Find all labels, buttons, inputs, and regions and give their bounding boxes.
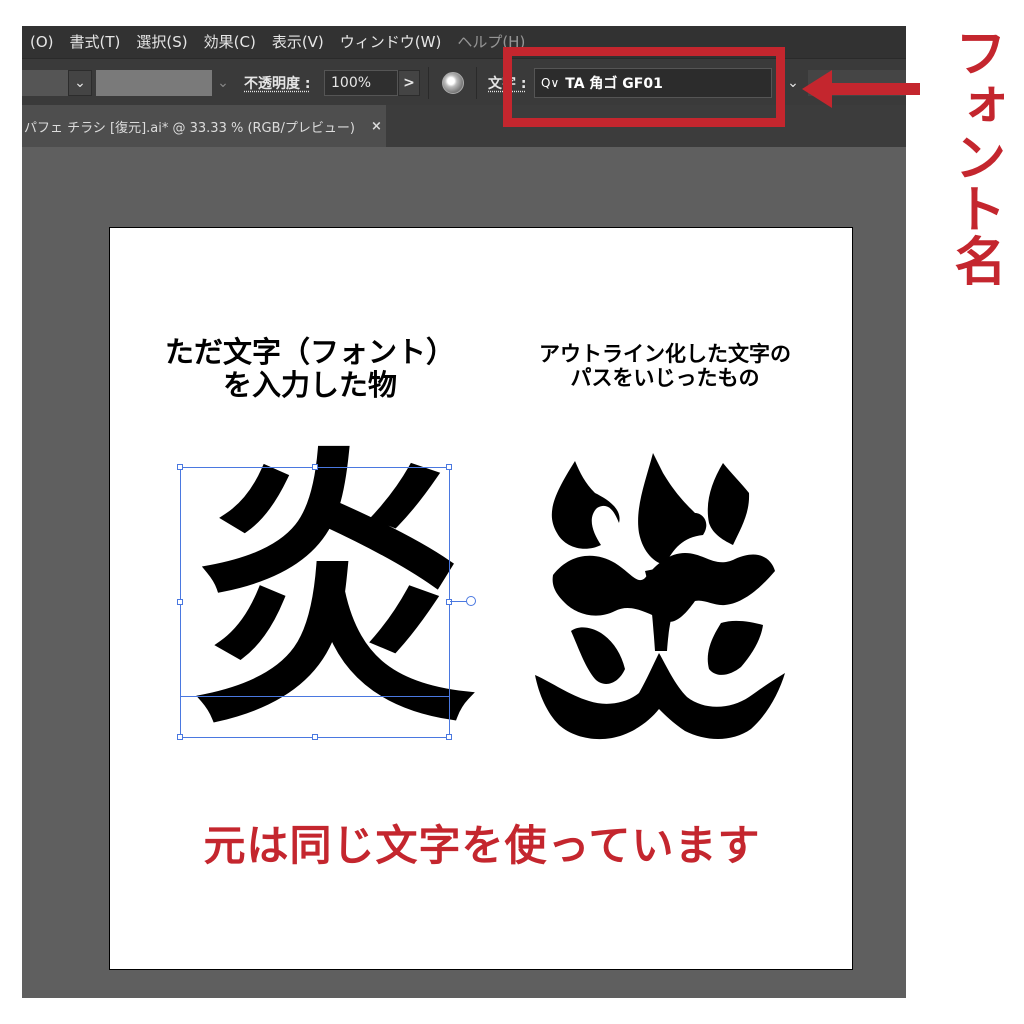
resize-handle[interactable] bbox=[312, 734, 318, 740]
resize-handle[interactable] bbox=[446, 599, 452, 605]
text-baseline bbox=[180, 696, 450, 697]
chevron-down-icon: ⌄ bbox=[787, 75, 799, 91]
resize-handle[interactable] bbox=[177, 464, 183, 470]
opacity-input[interactable]: 100% bbox=[324, 70, 398, 96]
arrow-left-icon bbox=[802, 70, 920, 108]
caption-outline-text: アウトライン化した文字の パスをいじったもの bbox=[505, 342, 825, 390]
resize-handle[interactable] bbox=[446, 734, 452, 740]
menu-object[interactable]: (O) bbox=[22, 26, 62, 58]
resize-handle[interactable] bbox=[312, 464, 318, 470]
font-name-highlight bbox=[503, 47, 785, 127]
resize-handle[interactable] bbox=[177, 599, 183, 605]
stroke-dropdown[interactable]: ⌄ bbox=[212, 70, 234, 96]
opacity-label[interactable]: 不透明度 : bbox=[244, 73, 310, 93]
artboard: ただ文字（フォント） を入力した物 アウトライン化した文字の パスをいじったもの… bbox=[109, 227, 853, 970]
stroke-field[interactable] bbox=[96, 70, 212, 96]
menu-effect[interactable]: 効果(C) bbox=[196, 26, 264, 58]
fill-swatch[interactable] bbox=[22, 70, 72, 96]
divider bbox=[476, 67, 477, 99]
close-icon[interactable]: × bbox=[371, 119, 382, 134]
caption-line: アウトライン化した文字の bbox=[539, 342, 791, 366]
menu-view[interactable]: 表示(V) bbox=[264, 26, 332, 58]
divider bbox=[428, 67, 429, 99]
document-tab[interactable]: パフェ チラシ [復元].ai* @ 33.33 % (RGB/プレビュー) × bbox=[22, 105, 386, 147]
note-text: 元は同じ文字を使っています bbox=[203, 821, 761, 870]
chevron-down-icon: ⌄ bbox=[217, 75, 229, 91]
menu-select[interactable]: 選択(S) bbox=[128, 26, 195, 58]
menu-window[interactable]: ウィンドウ(W) bbox=[332, 26, 450, 58]
caption-line: を入力した物 bbox=[222, 368, 397, 403]
outlined-glyph[interactable] bbox=[535, 453, 785, 743]
document-tab-title: パフェ チラシ [復元].ai* @ 33.33 % (RGB/プレビュー) bbox=[24, 120, 356, 136]
resize-handle[interactable] bbox=[446, 464, 452, 470]
text-out-port[interactable] bbox=[466, 596, 476, 606]
menu-type[interactable]: 書式(T) bbox=[62, 26, 129, 58]
recolor-artwork-icon[interactable] bbox=[442, 72, 464, 94]
resize-handle[interactable] bbox=[177, 734, 183, 740]
chevron-down-icon: ⌄ bbox=[74, 75, 86, 91]
caption-line: パスをいじったもの bbox=[570, 366, 760, 391]
chevron-right-icon: > bbox=[403, 75, 415, 91]
selection-bounding-box[interactable] bbox=[177, 464, 452, 740]
opacity-arrow-button[interactable]: > bbox=[398, 70, 420, 96]
font-family-dropdown[interactable]: ⌄ bbox=[782, 70, 804, 96]
caption-line: ただ文字（フォント） bbox=[164, 335, 455, 369]
fill-dropdown[interactable]: ⌄ bbox=[68, 70, 92, 96]
callout-font-name: フォント名 bbox=[945, 26, 1005, 286]
illustrator-window: (O) 書式(T) 選択(S) 効果(C) 表示(V) ウィンドウ(W) ヘルプ… bbox=[22, 26, 906, 998]
caption-font-text: ただ文字（フォント） を入力した物 bbox=[150, 335, 470, 403]
